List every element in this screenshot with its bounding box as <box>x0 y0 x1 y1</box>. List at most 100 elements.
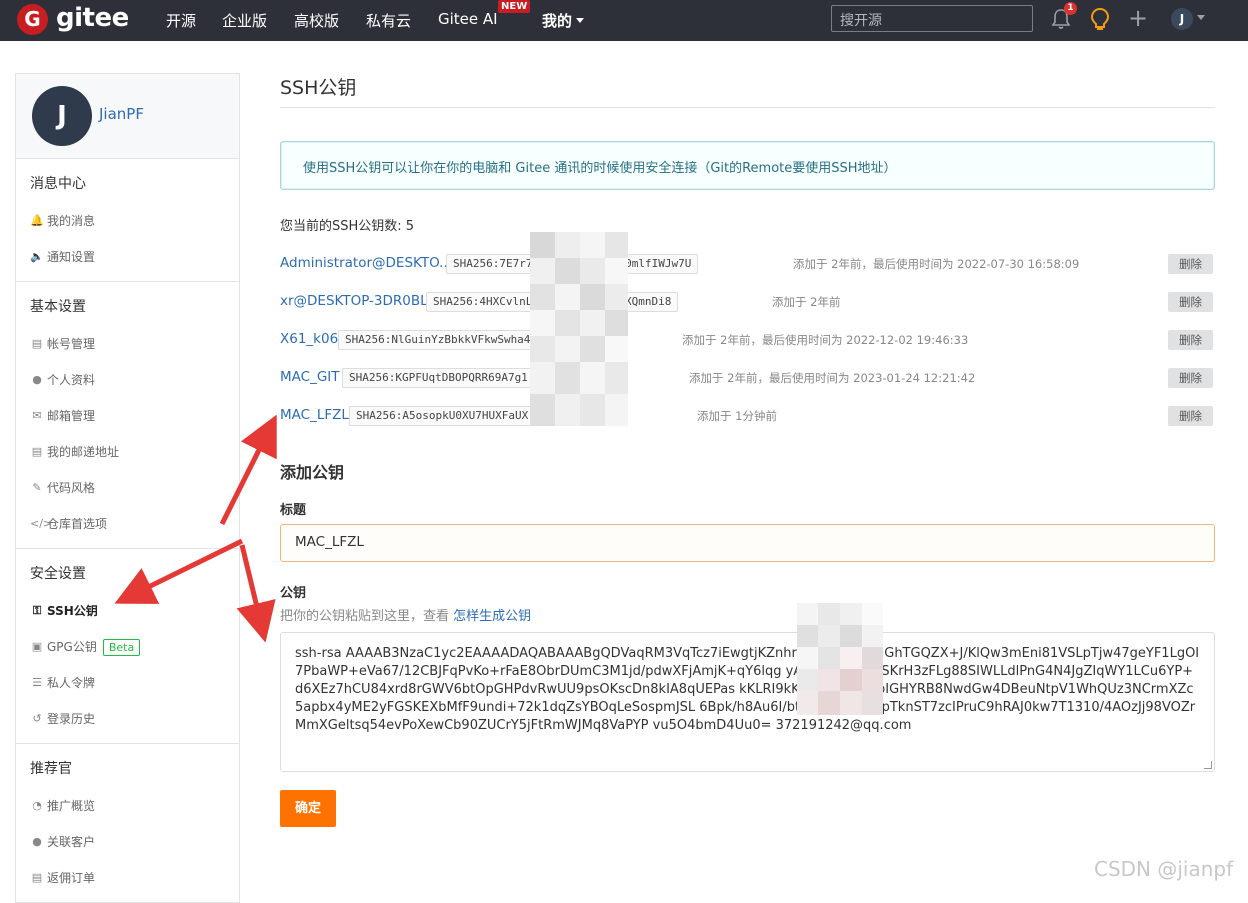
ssh-key-row: xr@DESKTOP-3DR0BLI SHA256:4HXCvlnL KDwsU… <box>280 283 1215 321</box>
sidebar-item-private-tokens[interactable]: ☰ 私人令牌 <box>16 665 239 701</box>
section-basic: 基本设置 ▤ 帐号管理 ● 个人资料 ✉ 邮箱管理 ▤ 我的邮递地址 ✎ 代码风格 </>… <box>16 282 239 549</box>
order-icon: ▤ <box>31 871 43 884</box>
chevron-down-icon <box>576 18 585 23</box>
confirm-button[interactable]: 确定 <box>280 790 336 827</box>
code-icon: </> <box>30 517 53 530</box>
beta-badge: Beta <box>102 639 141 656</box>
watermark: CSDN @jianpf <box>1094 857 1234 881</box>
section-title: 推荐官 <box>30 761 72 777</box>
notification-count-badge: 1 <box>1064 2 1077 15</box>
sidebar-item-label: 代码风格 <box>47 481 96 495</box>
delete-button[interactable]: 删除 <box>1168 406 1213 426</box>
redaction-mosaic <box>530 232 628 426</box>
resize-handle-icon[interactable] <box>1204 761 1212 769</box>
sidebar-item-gpg-keys[interactable]: ▣ GPG公钥 Beta <box>16 629 239 665</box>
chevron-down-icon[interactable] <box>1197 15 1205 20</box>
key-hint: 把你的公钥粘贴到这里，查看 怎样生成公钥 <box>280 605 1215 624</box>
sidebar-item-label: 登录历史 <box>47 712 96 726</box>
ssh-key-name-link[interactable]: MAC_GIT <box>280 369 340 385</box>
section-title: 基本设置 <box>30 299 86 315</box>
ssh-key-meta: 添加于 2年前，最后使用时间为 2022-07-30 16:58:09 <box>793 257 1080 271</box>
sidebar-item-label: 我的消息 <box>47 214 96 228</box>
id-card-icon: ▤ <box>31 337 43 350</box>
sidebar-item-repo-prefs[interactable]: </> 仓库首选项 <box>16 506 239 542</box>
ssh-key-name-link[interactable]: xr@DESKTOP-3DR0BLI <box>280 293 432 309</box>
sidebar-item-ssh-keys[interactable]: ⚿ SSH公钥 <box>16 593 239 629</box>
plus-icon[interactable]: + <box>1128 6 1148 30</box>
ssh-key-row: Administrator@DESKTO... SHA256:7E7r7 go4… <box>280 245 1215 283</box>
public-key-value: ssh-rsa AAAAB3NzaC1yc2EAAAADAQABAAABgQDV… <box>295 646 1200 733</box>
public-key-textarea[interactable]: ssh-rsa AAAAB3NzaC1yc2EAAAADAQABAAABgQDV… <box>280 632 1215 772</box>
sidebar-item-account[interactable]: ▤ 帐号管理 <box>16 326 239 362</box>
sidebar-item-label: SSH公钥 <box>47 604 98 618</box>
gitee-logo-icon[interactable]: G <box>17 4 48 35</box>
page-title: SSH公钥 <box>280 73 1215 108</box>
sidebar-item-related-customers[interactable]: ● 关联客户 <box>16 824 239 860</box>
sidebar-item-label: 个人资料 <box>47 373 96 387</box>
how-to-generate-key-link[interactable]: 怎样生成公钥 <box>453 609 531 624</box>
nav-mine[interactable]: 我的 <box>542 10 585 31</box>
nav-mine-label: 我的 <box>542 12 573 30</box>
bell-icon: 🔔 <box>30 214 44 227</box>
users-icon: ● <box>32 835 42 848</box>
sidebar-item-rebate-orders[interactable]: ▤ 返佣订单 <box>16 860 239 896</box>
sidebar-item-profile[interactable]: ● 个人资料 <box>16 362 239 398</box>
search-input[interactable]: 搜开源 <box>831 5 1033 32</box>
ssh-key-meta: 添加于 1分钟前 <box>697 409 777 423</box>
brush-icon: ✎ <box>32 481 42 494</box>
settings-sidebar: J JianPF 消息中心 🔔 我的消息 🔈 通知设置 基本设置 ▤ 帐号管理 ● 个人… <box>15 73 240 903</box>
pie-icon: ◔ <box>32 799 42 812</box>
ssh-key-row: MAC_GIT SHA256:KGPFUqtDBOPQRR69A7g1 H7uj… <box>280 359 1215 397</box>
section-security: 安全设置 ⚿ SSH公钥 ▣ GPG公钥 Beta ☰ 私人令牌 ↺ 登录历史 <box>16 549 239 744</box>
ssh-key-name-link[interactable]: MAC_LFZL <box>280 407 349 423</box>
sidebar-item-label: 帐号管理 <box>47 337 96 351</box>
key-title-input[interactable]: MAC_LFZL <box>280 524 1215 562</box>
ssh-key-row: MAC_LFZL SHA256:A5osopkU0XU7HUXFaUX T9rH… <box>280 397 1215 435</box>
lightbulb-icon[interactable] <box>1089 7 1111 31</box>
sidebar-item-label: GPG公钥 <box>47 640 97 654</box>
top-navbar: G gitee 开源 企业版 高校版 私有云 Gitee AI NEW 我的 搜… <box>0 0 1248 41</box>
delete-button[interactable]: 删除 <box>1168 254 1213 274</box>
username-link[interactable]: JianPF <box>99 105 144 123</box>
ssh-key-meta: 添加于 2年前，最后使用时间为 2023-01-24 12:21:42 <box>689 371 976 385</box>
ssh-key-name-link[interactable]: X61_k06 <box>280 331 338 347</box>
user-avatar-small[interactable]: J <box>1171 8 1193 30</box>
sidebar-item-label: 关联客户 <box>47 835 96 849</box>
ssh-key-row: X61_k06 SHA256:NlGuinYzBbkkVFkwSwha4 Pr+… <box>280 321 1215 359</box>
sidebar-item-my-messages[interactable]: 🔔 我的消息 <box>16 203 239 239</box>
sidebar-item-label: 私人令牌 <box>47 676 96 690</box>
sidebar-item-email[interactable]: ✉ 邮箱管理 <box>16 398 239 434</box>
sidebar-item-label: 返佣订单 <box>47 871 96 885</box>
sidebar-item-label: 推广概览 <box>47 799 96 813</box>
ssh-key-count: 您当前的SSH公钥数: 5 <box>280 219 415 234</box>
ssh-key-list: Administrator@DESKTO... SHA256:7E7r7 go4… <box>280 245 1215 435</box>
sidebar-item-promotion-overview[interactable]: ◔ 推广概览 <box>16 788 239 824</box>
sidebar-item-address[interactable]: ▤ 我的邮递地址 <box>16 434 239 470</box>
nav-education[interactable]: 高校版 <box>294 10 339 31</box>
address-card-icon: ▤ <box>31 445 43 458</box>
nav-enterprise[interactable]: 企业版 <box>222 10 267 31</box>
speaker-icon: 🔈 <box>30 250 44 263</box>
main-content: SSH公钥 使用SSH公钥可以让你在你的电脑和 Gitee 通讯的时候使用安全连… <box>280 70 1215 827</box>
avatar[interactable]: J <box>32 86 92 146</box>
new-badge: NEW <box>498 0 531 13</box>
delete-button[interactable]: 删除 <box>1168 368 1213 388</box>
ssh-key-meta: 添加于 2年前 <box>772 295 841 309</box>
sidebar-item-login-history[interactable]: ↺ 登录历史 <box>16 701 239 737</box>
sidebar-item-code-style[interactable]: ✎ 代码风格 <box>16 470 239 506</box>
gitee-logo-text[interactable]: gitee <box>56 3 129 33</box>
profile-card: J JianPF <box>16 74 239 159</box>
delete-button[interactable]: 删除 <box>1168 292 1213 312</box>
add-key-heading: 添加公钥 <box>280 463 345 482</box>
nav-opensource[interactable]: 开源 <box>166 10 196 31</box>
nav-gitee-ai[interactable]: Gitee AI <box>438 10 498 28</box>
ssh-key-name-link[interactable]: Administrator@DESKTO... <box>280 255 452 271</box>
sidebar-item-label: 邮箱管理 <box>47 409 96 423</box>
sidebar-item-notification-settings[interactable]: 🔈 通知设置 <box>16 239 239 275</box>
sitemap-icon: ☰ <box>32 676 42 689</box>
delete-button[interactable]: 删除 <box>1168 330 1213 350</box>
info-message: 使用SSH公钥可以让你在你的电脑和 Gitee 通讯的时候使用安全连接（Git的… <box>280 141 1215 190</box>
nav-private-cloud[interactable]: 私有云 <box>366 10 411 31</box>
annotation-arrow <box>236 544 276 643</box>
title-field-label: 标题 <box>280 503 307 518</box>
